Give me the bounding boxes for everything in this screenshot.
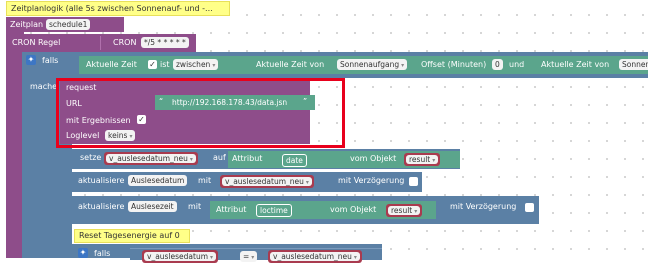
target-field[interactable]: Auslesedatum xyxy=(128,175,188,186)
variable-field[interactable]: v_auslesedatum_neu ▾ xyxy=(104,152,198,165)
schedule-field[interactable]: schedule1 xyxy=(46,19,91,30)
vom-objekt-label: vom Objekt xyxy=(330,205,377,214)
highlight-box xyxy=(56,78,345,148)
zeitplan-block[interactable]: Zeitplan schedule1 xyxy=(6,17,124,32)
mit-label: mit xyxy=(188,202,202,211)
falls-block[interactable]: ✦ falls Aktuelle Zeit ✓ ist zwischen ▾ Ak… xyxy=(22,52,648,78)
attribut-label: Attribut xyxy=(216,205,247,214)
sunset-dropdown[interactable]: Sonnenunter xyxy=(619,59,648,70)
attribut-block[interactable]: Attribut loctime vom Objekt result ▾ xyxy=(210,201,436,219)
mit-verzoegerung-label: mit Verzögerung xyxy=(338,176,405,185)
mit-verzoegerung-label: mit Verzögerung xyxy=(450,202,517,211)
offset-label: Offset (Minuten) xyxy=(421,60,487,69)
aktuelle-zeit-von-label: Aktuelle Zeit von xyxy=(256,60,325,69)
falls-block-2[interactable]: ✦ falls v_auslesedatum ▾ = ▾ v_auslesedatu… xyxy=(72,244,382,263)
dropdown-arrow-icon: ▾ xyxy=(212,62,216,69)
operator-dropdown[interactable]: = ▾ xyxy=(240,251,258,262)
cron-inner-label: CRON xyxy=(113,38,137,47)
mache-label: mache xyxy=(30,82,58,91)
dropdown-arrow-icon: ▾ xyxy=(414,208,418,215)
aktualisiere-block-2[interactable]: aktualisiere Auslesezeit mit Attribut lo… xyxy=(72,196,539,224)
comment-block[interactable]: Zeitplanlogik (alle 5s zwischen Sonnenau… xyxy=(6,1,230,16)
gear-icon[interactable]: ✦ xyxy=(78,248,88,258)
vom-objekt-label: vom Objekt xyxy=(350,154,397,163)
gear-icon[interactable]: ✦ xyxy=(26,55,36,65)
checkbox-empty-icon[interactable] xyxy=(409,177,418,186)
dropdown-arrow-icon: ▾ xyxy=(189,156,193,163)
attribut-block[interactable]: Attribut date vom Objekt result ▾ xyxy=(228,151,460,168)
cron-inner-block[interactable]: CRON */5 * * * * * xyxy=(100,36,189,50)
dropdown-arrow-icon: ▾ xyxy=(432,157,436,164)
aktualisiere-label: aktualisiere xyxy=(78,202,125,211)
dropdown-arrow-icon: ▾ xyxy=(401,62,405,69)
sunrise-dropdown[interactable]: Sonnenaufgang ▾ xyxy=(337,59,408,70)
cron-block[interactable]: CRON Regel CRON */5 * * * * * xyxy=(6,34,196,52)
reset-comment-text: Reset Tagesenergie auf 0 xyxy=(79,231,180,240)
cron-field[interactable]: */5 * * * * * xyxy=(141,37,189,48)
comment-text: Zeitplanlogik (alle 5s zwischen Sonnenau… xyxy=(11,4,213,13)
reset-comment-block[interactable]: Reset Tagesenergie auf 0 xyxy=(74,229,190,243)
attribut-label: Attribut xyxy=(232,154,263,163)
object-field[interactable]: result ▾ xyxy=(386,204,423,217)
mit-label: mit xyxy=(198,176,212,185)
attribut-value-field[interactable]: loctime xyxy=(256,204,292,217)
checkbox-checked-icon[interactable]: ✓ xyxy=(148,60,157,69)
ist-label: ist xyxy=(160,60,170,69)
falls-label: falls xyxy=(42,56,59,65)
dropdown-arrow-icon: ▾ xyxy=(305,179,309,186)
und-label: und xyxy=(509,60,525,69)
aktuelle-zeit-label: Aktuelle Zeit xyxy=(86,60,137,69)
auf-label: auf xyxy=(213,153,226,162)
cron-regel-label: CRON Regel xyxy=(12,38,61,47)
attribut-value-field[interactable]: date xyxy=(282,154,307,167)
variable-field[interactable]: v_auslesedatum ▾ xyxy=(142,250,219,263)
setze-label: setze xyxy=(80,153,102,162)
variable-field[interactable]: v_auslesedatum_neu ▾ xyxy=(220,175,314,188)
checkbox-empty-icon[interactable] xyxy=(525,203,534,212)
compare-block[interactable]: v_auslesedatum ▾ = ▾ v_auslesedatum_neu ▾ xyxy=(130,248,382,263)
target-field[interactable]: Auslesezeit xyxy=(128,201,177,212)
offset-field[interactable]: 0 xyxy=(492,59,503,70)
aktualisiere-block-1[interactable]: aktualisiere Auslesedatum mit v_auslesed… xyxy=(72,172,422,192)
aktuelle-zeit-von-label-2: Aktuelle Zeit von xyxy=(541,60,610,69)
object-field[interactable]: result ▾ xyxy=(404,153,441,166)
variable-field[interactable]: v_auslesedatum_neu ▾ xyxy=(268,250,362,263)
zeitplan-label: Zeitplan xyxy=(10,20,44,29)
condition-block[interactable]: Aktuelle Zeit ✓ ist zwischen ▾ Aktuelle Z… xyxy=(79,56,648,74)
aktualisiere-label: aktualisiere xyxy=(78,176,125,185)
setze-block[interactable]: setze v_auslesedatum_neu ▾ auf Attribut d… xyxy=(72,149,460,169)
operator-dropdown[interactable]: zwischen ▾ xyxy=(173,59,219,70)
